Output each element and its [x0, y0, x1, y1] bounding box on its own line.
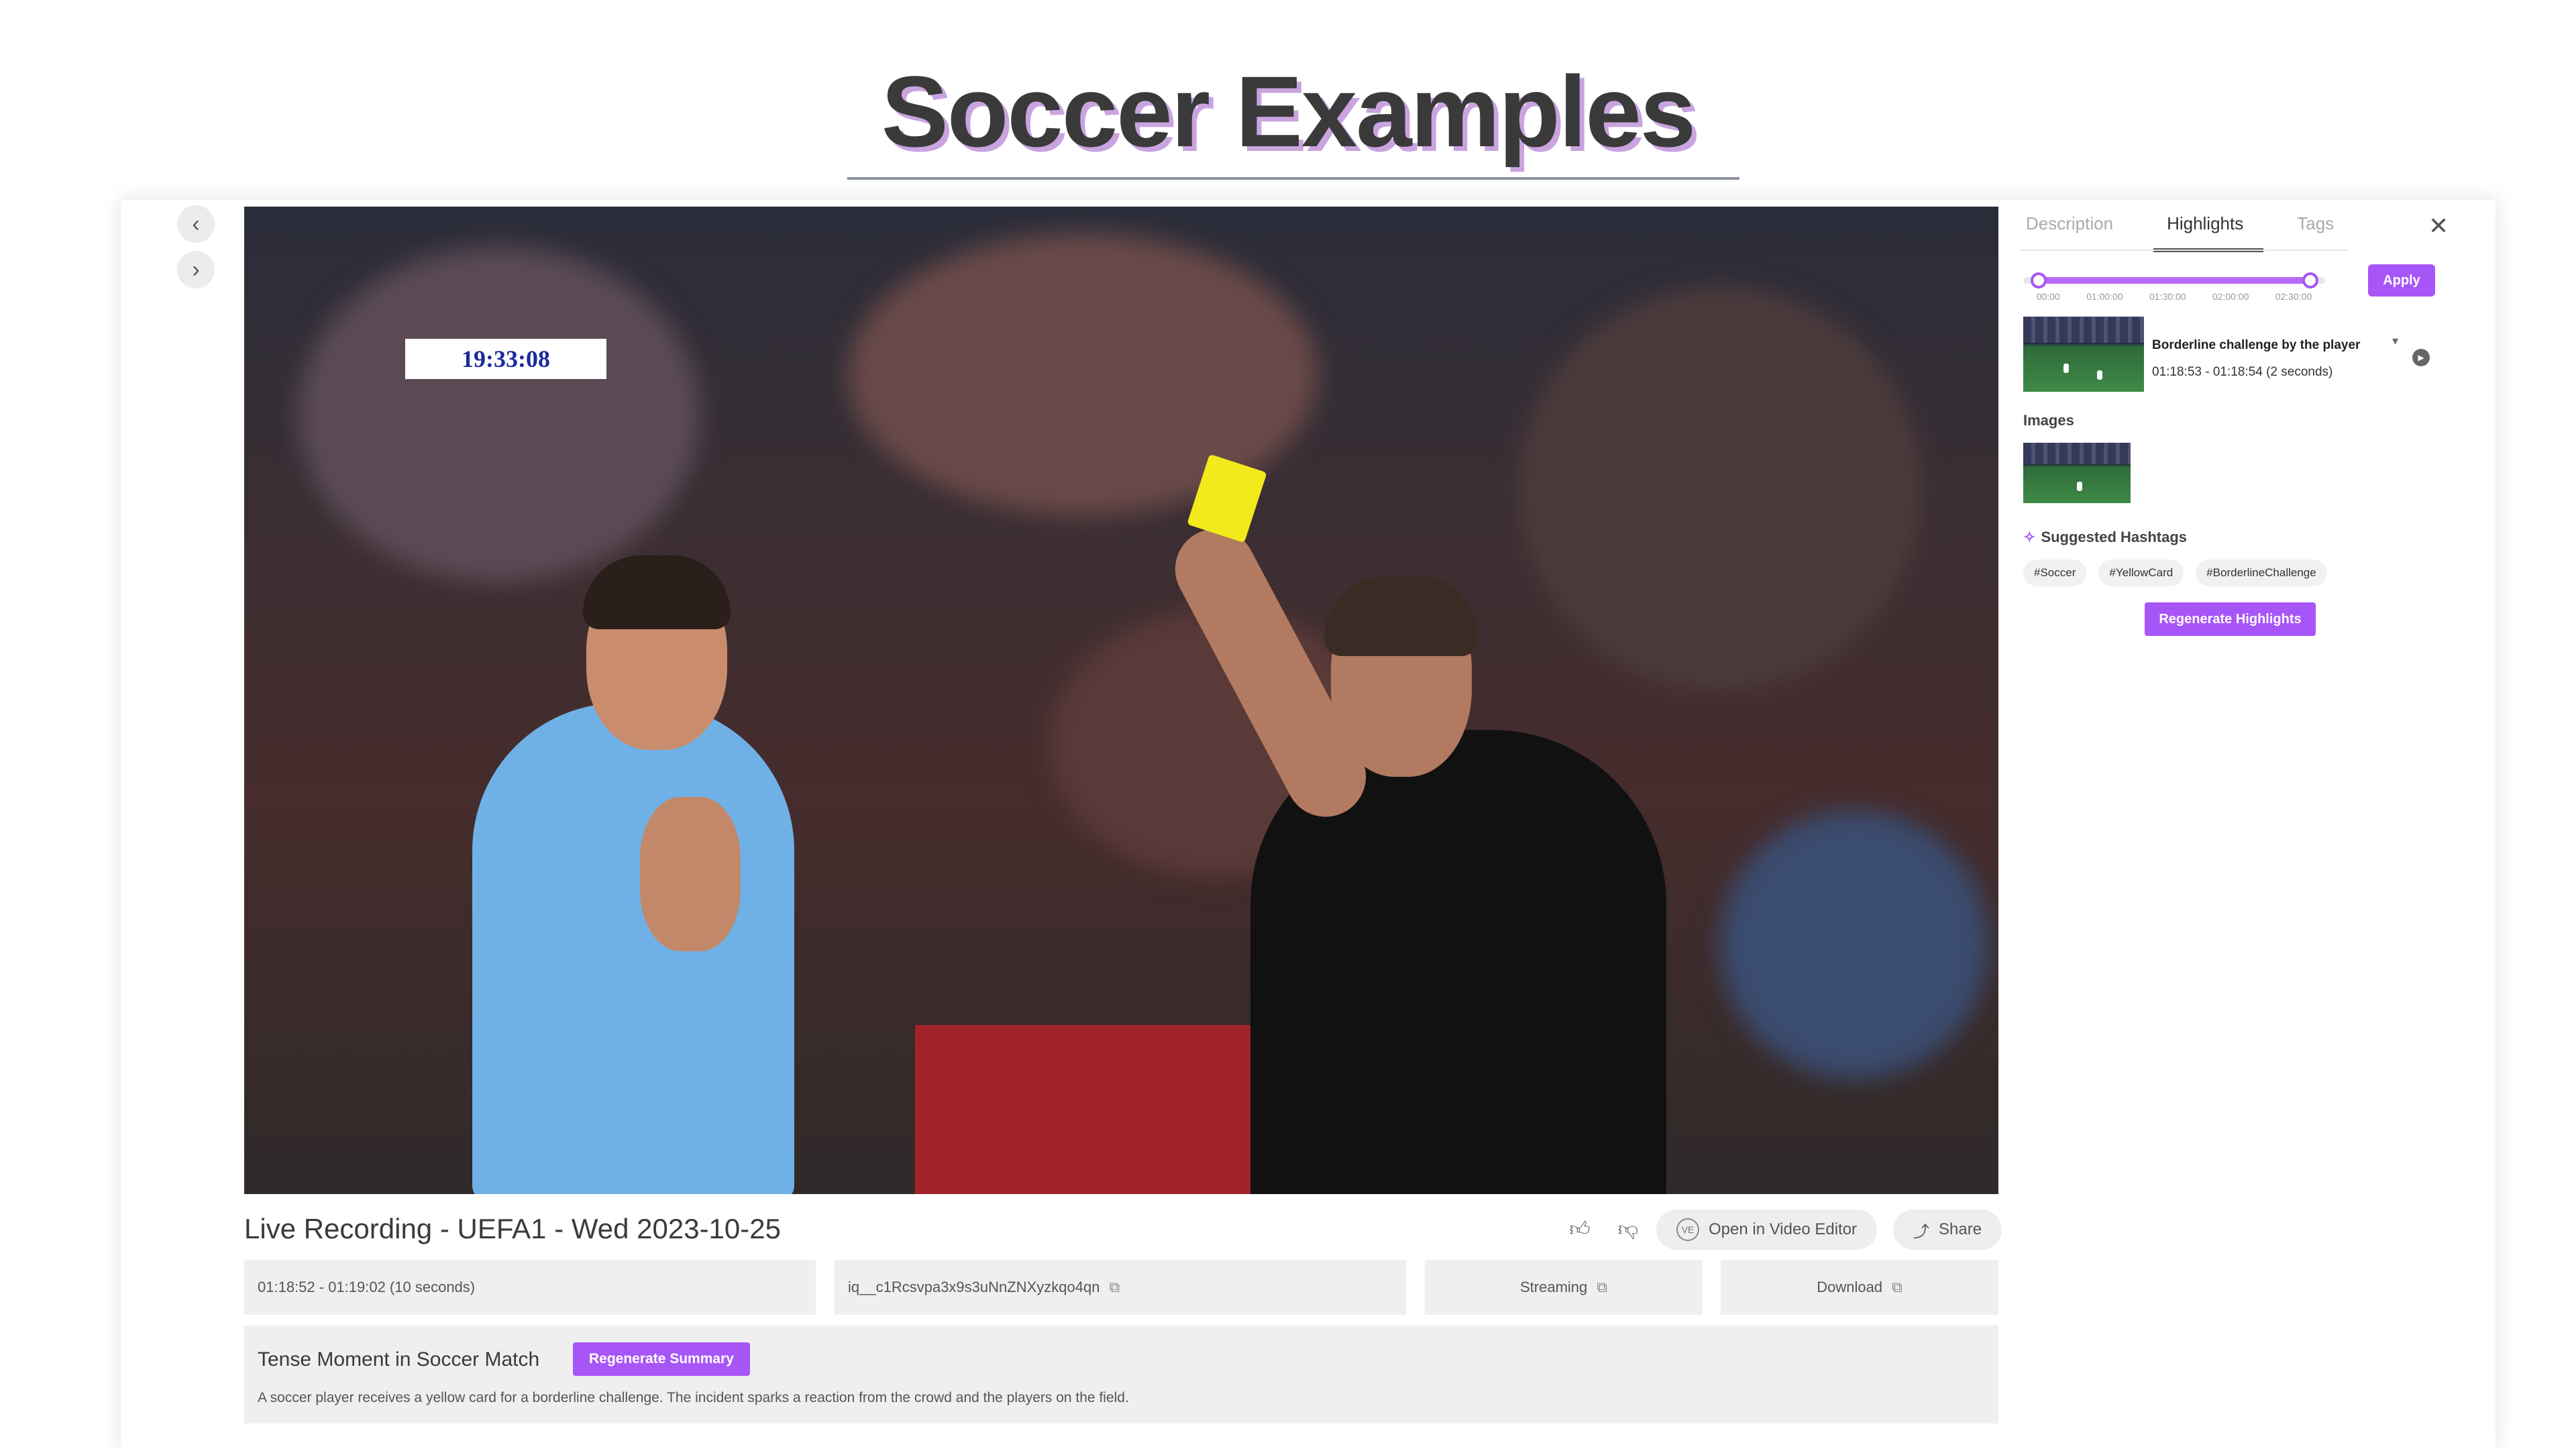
image-thumbnail[interactable] [2023, 443, 2131, 503]
hashtag-chip[interactable]: #BorderlineChallenge [2196, 559, 2327, 586]
slider-start-handle[interactable] [2030, 272, 2047, 288]
slider-tick: 02:00:00 [2212, 291, 2249, 302]
crowd-background [298, 247, 700, 582]
summary-text: A soccer player receives a yellow card f… [258, 1390, 1129, 1405]
player-hands [640, 797, 741, 951]
page-headline: Soccer Examples [881, 55, 1696, 168]
share-button[interactable]: ⤴ Share [1893, 1210, 2002, 1250]
chevron-down-icon[interactable]: ▾ [2392, 334, 2398, 348]
asset-id-text: iq__c1Rcsvpa3x9s3uNnZNXyzkqo4qn [848, 1279, 1100, 1295]
action-bar: 👍︎ 👎︎ VE Open in Video Editor ⤴ Share [1560, 1210, 2002, 1250]
tab-highlights[interactable]: Highlights [2153, 213, 2264, 252]
thumbs-up-button[interactable]: 👍︎ [1560, 1210, 1600, 1250]
slider-range-fill [2038, 277, 2310, 284]
share-label: Share [1939, 1220, 1982, 1238]
streaming-link[interactable]: Streaming ⧉ [1425, 1260, 1703, 1315]
copy-link-icon[interactable]: ⧉ [1109, 1279, 1120, 1296]
hashtag-list: #Soccer #YellowCard #BorderlineChallenge [2023, 559, 2327, 586]
highlight-time: 01:18:53 - 01:18:54 (2 seconds) [2152, 365, 2333, 379]
crowd-background [1519, 287, 1921, 690]
player-figure [472, 703, 794, 1194]
sparkle-icon: ✧ [2023, 529, 2036, 545]
time-range-text: 01:18:52 - 01:19:02 (10 seconds) [258, 1279, 476, 1295]
download-link[interactable]: Download ⧉ [1721, 1260, 1998, 1315]
chevron-right-icon: › [192, 256, 200, 282]
link-icon: ⧉ [1597, 1279, 1607, 1295]
hashtag-chip[interactable]: #YellowCard [2098, 559, 2184, 586]
video-editor-icon: VE [1676, 1218, 1699, 1241]
slider-tick-labels: 00:00 01:00:00 01:30:00 02:00:00 02:30:0… [2023, 291, 2325, 302]
link-icon: ⧉ [1892, 1279, 1902, 1295]
thumbs-down-button[interactable]: 👎︎ [1608, 1210, 1648, 1250]
thumbnail-figure [2077, 482, 2082, 491]
referee-hair [1324, 576, 1479, 656]
player-hair [583, 555, 731, 629]
highlight-thumbnail[interactable] [2023, 317, 2144, 392]
share-icon: ⤴ [1913, 1222, 1930, 1241]
open-video-editor-label: Open in Video Editor [1709, 1220, 1858, 1238]
slider-tick: 01:00:00 [2086, 291, 2123, 302]
slider-tick: 02:30:00 [2275, 291, 2312, 302]
thumbs-down-icon: 👎︎ [1617, 1218, 1639, 1240]
highlight-title: Borderline challenge by the player [2152, 338, 2361, 352]
time-range-box: 01:18:52 - 01:19:02 (10 seconds) [244, 1260, 816, 1315]
summary-title: Tense Moment in Soccer Match [258, 1348, 540, 1371]
video-timestamp-overlay: 19:33:08 [405, 339, 606, 379]
time-range-slider[interactable] [2023, 272, 2325, 288]
headline-container: Soccer Examples [0, 54, 2576, 170]
next-button[interactable]: › [177, 251, 215, 288]
video-player[interactable]: 19:33:08 [244, 207, 1998, 1194]
crowd-background [1720, 810, 1988, 1079]
open-video-editor-button[interactable]: VE Open in Video Editor [1656, 1210, 1878, 1250]
play-icon[interactable]: ▶ [2412, 349, 2430, 366]
tabs-divider [2019, 250, 2348, 251]
close-icon[interactable]: ✕ [2428, 212, 2449, 240]
summary-panel: Tense Moment in Soccer Match Regenerate … [244, 1326, 1998, 1424]
images-label: Images [2023, 412, 2074, 429]
previous-button[interactable]: ‹ [177, 205, 215, 243]
hashtag-chip[interactable]: #Soccer [2023, 559, 2087, 586]
tab-description[interactable]: Description [2019, 213, 2120, 250]
suggested-hashtags-heading: ✧ Suggested Hashtags [2023, 529, 2187, 546]
thumbnail-figure [2063, 364, 2069, 373]
thumbs-up-icon: 👍︎ [1569, 1218, 1591, 1240]
slider-end-handle[interactable] [2302, 272, 2318, 288]
download-label: Download [1817, 1279, 1883, 1295]
regenerate-highlights-button[interactable]: Regenerate Highlights [2145, 602, 2316, 636]
thumbnail-figure [2097, 370, 2102, 380]
suggested-hashtags-label: Suggested Hashtags [2041, 529, 2188, 545]
red-banner [915, 1025, 1264, 1194]
chevron-left-icon: ‹ [192, 211, 200, 237]
slider-tick: 01:30:00 [2149, 291, 2186, 302]
recording-title: Live Recording - UEFA1 - Wed 2023-10-25 [244, 1213, 781, 1244]
streaming-label: Streaming [1520, 1279, 1588, 1295]
video-viewer-card: ‹ › 19:33:08 Live Recording - UEFA1 - We… [121, 200, 2496, 1449]
asset-id-box[interactable]: iq__c1Rcsvpa3x9s3uNnZNXyzkqo4qn ⧉ [835, 1260, 1406, 1315]
regenerate-summary-button[interactable]: Regenerate Summary [573, 1342, 750, 1376]
slider-tick: 00:00 [2036, 291, 2060, 302]
headline-divider [847, 177, 1739, 180]
apply-button[interactable]: Apply [2368, 264, 2435, 297]
tab-tags[interactable]: Tags [2290, 213, 2341, 250]
